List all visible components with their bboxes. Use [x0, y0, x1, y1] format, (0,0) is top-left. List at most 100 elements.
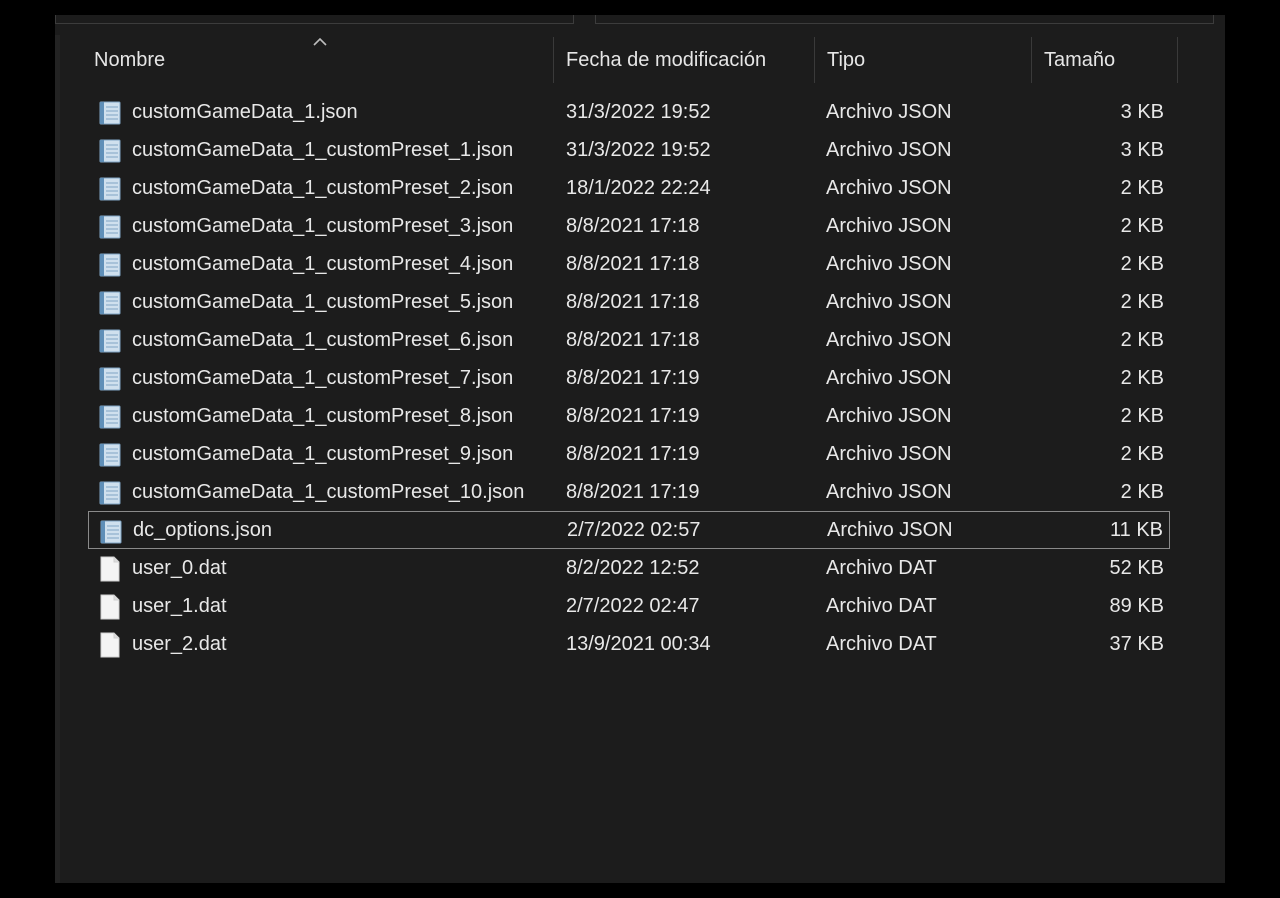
file-row[interactable]: user_2.dat 13/9/2021 00:34 Archivo DAT 37 K…: [88, 625, 1170, 663]
blank-file-icon: [100, 556, 120, 582]
file-row[interactable]: customGameData_1_customPreset_2.json 18/1…: [88, 169, 1170, 207]
file-row[interactable]: customGameData_1_customPreset_9.json 8/8/…: [88, 435, 1170, 473]
file-name: user_2.dat: [132, 632, 227, 655]
file-row[interactable]: customGameData_1.json 31/3/2022 19:52 Arch…: [88, 93, 1170, 131]
file-type: Archivo JSON: [826, 366, 952, 389]
file-modified-date: 8/8/2021 17:18: [566, 328, 700, 351]
blank-file-icon: [100, 632, 120, 658]
file-type: Archivo JSON: [826, 176, 952, 199]
file-size: 2 KB: [1120, 290, 1164, 313]
column-header-row: Nombre Fecha de modificación Tipo Tamaño: [77, 37, 1207, 83]
column-header-name[interactable]: Nombre: [77, 37, 554, 83]
column-header-type[interactable]: Tipo: [815, 37, 1032, 83]
json-file-icon: [99, 405, 121, 429]
file-row[interactable]: user_0.dat 8/2/2022 12:52 Archivo DAT 52 KB: [88, 549, 1170, 587]
column-header-date-label: Fecha de modificación: [566, 48, 767, 71]
file-type: Archivo DAT: [826, 594, 937, 617]
file-row[interactable]: customGameData_1_customPreset_5.json 8/8/…: [88, 283, 1170, 321]
file-modified-date: 2/7/2022 02:47: [566, 594, 700, 617]
column-header-name-label: Nombre: [94, 48, 166, 71]
file-modified-date: 13/9/2021 00:34: [566, 632, 711, 655]
file-type: Archivo JSON: [826, 214, 952, 237]
address-bar[interactable]: [55, 15, 574, 24]
file-name: customGameData_1_customPreset_4.json: [132, 252, 514, 275]
file-modified-date: 18/1/2022 22:24: [566, 176, 711, 199]
file-name: customGameData_1.json: [132, 100, 358, 123]
file-size: 3 KB: [1120, 100, 1164, 123]
file-size: 2 KB: [1120, 404, 1164, 427]
column-header-size-label: Tamaño: [1044, 48, 1116, 71]
file-size: 52 KB: [1109, 556, 1164, 579]
file-name: user_1.dat: [132, 594, 227, 617]
file-modified-date: 8/8/2021 17:18: [566, 214, 700, 237]
column-header-size[interactable]: Tamaño: [1032, 37, 1178, 83]
sort-ascending-icon: [313, 37, 327, 46]
file-row[interactable]: customGameData_1_customPreset_7.json 8/8/…: [88, 359, 1170, 397]
file-size: 11 KB: [1110, 518, 1163, 541]
file-name: customGameData_1_customPreset_8.json: [132, 404, 514, 427]
file-list: customGameData_1.json 31/3/2022 19:52 Arch…: [88, 93, 1170, 663]
file-type: Archivo JSON: [826, 290, 952, 313]
file-size: 2 KB: [1120, 176, 1164, 199]
file-size: 2 KB: [1120, 366, 1164, 389]
file-type: Archivo JSON: [826, 442, 952, 465]
file-row[interactable]: user_1.dat 2/7/2022 02:47 Archivo DAT 89 KB: [88, 587, 1170, 625]
file-type: Archivo JSON: [827, 518, 953, 541]
json-file-icon: [99, 215, 121, 239]
file-name: customGameData_1_customPreset_3.json: [132, 214, 514, 237]
file-row[interactable]: customGameData_1_customPreset_10.json 8/8…: [88, 473, 1170, 511]
file-name: customGameData_1_customPreset_7.json: [132, 366, 514, 389]
file-modified-date: 2/7/2022 02:57: [567, 518, 701, 541]
file-name: customGameData_1_customPreset_9.json: [132, 442, 514, 465]
file-size: 3 KB: [1120, 138, 1164, 161]
file-type: Archivo JSON: [826, 328, 952, 351]
file-row[interactable]: customGameData_1_customPreset_8.json 8/8/…: [88, 397, 1170, 435]
navigation-pane-edge: [55, 35, 60, 883]
file-size: 2 KB: [1120, 214, 1164, 237]
file-size: 2 KB: [1120, 442, 1164, 465]
column-header-date[interactable]: Fecha de modificación: [554, 37, 815, 83]
column-header-type-label: Tipo: [827, 48, 866, 71]
json-file-icon: [99, 481, 121, 505]
file-size: 2 KB: [1120, 480, 1164, 503]
json-file-icon: [99, 291, 121, 315]
file-row[interactable]: customGameData_1_customPreset_6.json 8/8/…: [88, 321, 1170, 359]
file-name: customGameData_1_customPreset_5.json: [132, 290, 514, 313]
file-modified-date: 8/8/2021 17:19: [566, 366, 700, 389]
file-explorer-window: Nombre Fecha de modificación Tipo Tamaño…: [55, 15, 1225, 883]
json-file-icon: [100, 520, 122, 544]
file-size: 37 KB: [1109, 632, 1164, 655]
file-modified-date: 8/8/2021 17:19: [566, 404, 700, 427]
json-file-icon: [99, 329, 121, 353]
file-size: 2 KB: [1120, 328, 1164, 351]
json-file-icon: [99, 443, 121, 467]
file-size: 2 KB: [1120, 252, 1164, 275]
json-file-icon: [99, 177, 121, 201]
file-row[interactable]: customGameData_1_customPreset_3.json 8/8/…: [88, 207, 1170, 245]
column-divider[interactable]: [1177, 37, 1178, 83]
file-modified-date: 8/8/2021 17:18: [566, 290, 700, 313]
file-type: Archivo DAT: [826, 556, 937, 579]
search-box[interactable]: [595, 15, 1214, 24]
file-type: Archivo JSON: [826, 138, 952, 161]
file-name: user_0.dat: [132, 556, 227, 579]
file-name: dc_options.json: [133, 518, 272, 541]
json-file-icon: [99, 253, 121, 277]
file-name: customGameData_1_customPreset_10.json: [132, 480, 525, 503]
file-name: customGameData_1_customPreset_2.json: [132, 176, 514, 199]
file-row[interactable]: customGameData_1_customPreset_4.json 8/8/…: [88, 245, 1170, 283]
file-name: customGameData_1_customPreset_6.json: [132, 328, 514, 351]
json-file-icon: [99, 139, 121, 163]
blank-file-icon: [100, 594, 120, 620]
file-name: customGameData_1_customPreset_1.json: [132, 138, 514, 161]
file-type: Archivo JSON: [826, 404, 952, 427]
file-modified-date: 31/3/2022 19:52: [566, 100, 711, 123]
file-type: Archivo JSON: [826, 100, 952, 123]
file-modified-date: 8/8/2021 17:18: [566, 252, 700, 275]
file-type: Archivo DAT: [826, 632, 937, 655]
file-row[interactable]: customGameData_1_customPreset_1.json 31/3…: [88, 131, 1170, 169]
file-modified-date: 31/3/2022 19:52: [566, 138, 711, 161]
file-size: 89 KB: [1109, 594, 1164, 617]
file-row[interactable]: dc_options.json 2/7/2022 02:57 Archivo JSO…: [88, 511, 1170, 549]
file-type: Archivo JSON: [826, 480, 952, 503]
